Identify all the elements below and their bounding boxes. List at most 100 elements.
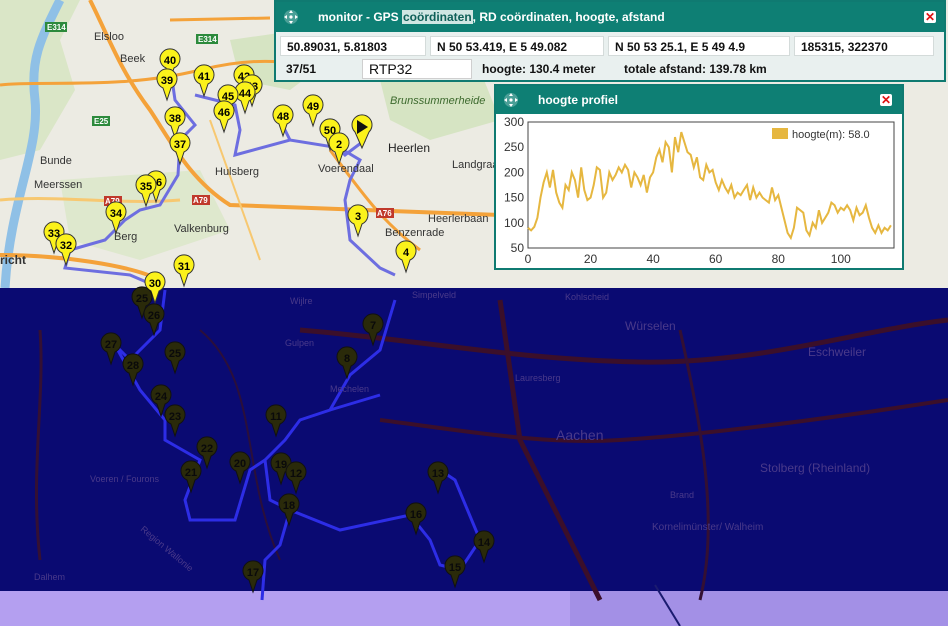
x-tick-label: 40 [646,252,660,266]
route-marker-label: 25 [169,348,181,360]
route-marker-label: 35 [140,181,152,193]
route-marker-label: 13 [432,468,444,480]
height-profile-panel[interactable]: hoogte profiel ✕ 50 100 150 200 250 300 0 20 40… [494,84,904,270]
place-label: Mechelen [330,384,369,394]
route-marker-label: 27 [105,339,117,351]
place-label: Hulsberg [215,166,259,178]
place-label: Heerlen [388,141,430,155]
profile-title: hoogte profiel [538,93,618,107]
distance-readout: totale afstand: 139.78 km [624,62,767,76]
route-marker-label: 48 [277,111,289,123]
place-label: Berg [114,231,137,243]
monitor-panel[interactable]: monitor - GPS coördinaten, RD coördinate… [274,0,946,82]
height-readout: hoogte: 130.4 meter [482,62,596,76]
route-marker-label: 2 [336,139,342,151]
place-label: richt [0,253,26,267]
close-icon[interactable]: ✕ [880,94,892,106]
route-marker-label: 15 [449,562,461,574]
title-highlight: coördinaten [402,10,473,24]
x-tick-label: 20 [584,252,598,266]
place-label: Voeren / Fourons [90,474,160,484]
route-marker-label: 11 [270,411,282,423]
route-marker-label: 37 [174,139,186,151]
route-marker-label: 21 [185,467,197,479]
x-tick-label: 80 [772,252,786,266]
route-marker-label: 20 [234,458,246,470]
route-marker-label: 30 [149,278,161,290]
route-marker-label: 34 [110,208,123,220]
legend-label: hoogte(m): 58.0 [792,129,870,141]
close-icon[interactable]: ✕ [924,11,936,23]
place-label: Benzenrade [385,227,444,239]
road-shield: E314 [47,23,66,32]
place-label: Eschweiler [808,345,866,359]
route-marker-label: 18 [283,500,295,512]
y-tick-label: 200 [504,165,524,179]
place-label: Heerlerbaan [428,213,489,225]
title-prefix: monitor - GPS [318,10,402,24]
place-label: Brunssummerheide [390,95,485,107]
place-label: Kornelimünster/ Walheim [652,522,763,533]
road-shield: A76 [377,209,392,218]
legend-swatch [772,128,788,139]
move-icon[interactable] [276,2,306,32]
route-marker-label: 41 [198,71,210,83]
route-marker-label: 22 [201,443,213,455]
place-label: Brand [670,490,694,500]
route-marker-label: 16 [410,509,422,521]
place-label: Würselen [625,319,676,333]
y-tick-label: 150 [504,191,524,205]
route-marker-label: 40 [164,55,176,67]
x-tick-label: 60 [709,252,723,266]
point-counter: 37/51 [286,62,317,76]
height-profile-chart: 50 100 150 200 250 300 0 20 40 60 80 100 hoogte(m)… [496,114,902,268]
y-tick-label: 250 [504,140,524,154]
route-marker-label: 8 [344,353,350,365]
place-label: Gulpen [285,338,314,348]
place-label: Aachen [556,427,603,443]
dm-coords: N 50 53.419, E 5 49.082 [430,36,604,56]
y-tick-label: 300 [504,115,524,129]
place-label: Stolberg (Rheinland) [760,461,870,475]
route-marker-label: 23 [169,411,181,423]
y-tick-label: 50 [511,241,525,255]
place-label: Lauresberg [515,373,561,383]
place-label: Simpelveld [412,290,456,300]
place-label: Meerssen [34,179,82,191]
route-marker-label: 19 [275,459,287,471]
place-label: Kohlscheid [565,292,609,302]
profile-titlebar[interactable]: hoogte profiel ✕ [496,86,902,114]
road-shield: E314 [198,35,217,44]
route-marker-label: 49 [307,101,319,113]
x-tick-label: 0 [525,252,532,266]
route-marker-label: 38 [169,113,181,125]
route-marker-label: 12 [290,468,302,480]
route-marker-label: 32 [60,240,72,252]
decimal-coords: 50.89031, 5.81803 [280,36,426,56]
place-label: Elsloo [94,31,124,43]
route-name-field[interactable]: RTP32 [362,59,472,79]
route-marker-label: 25 [136,293,148,305]
rd-coords: 185315, 322370 [794,36,934,56]
place-label: Bunde [40,155,72,167]
place-label: Wijlre [290,296,313,306]
road-shield: E25 [94,117,109,126]
road-shield: A79 [193,196,208,205]
route-marker-label: 17 [247,567,259,579]
route-marker-label: 39 [161,75,173,87]
monitor-titlebar[interactable]: monitor - GPS coördinaten, RD coördinate… [276,2,944,32]
move-icon[interactable] [496,85,526,115]
place-label: Valkenburg [174,223,229,235]
monitor-title: monitor - GPS coördinaten, RD coördinate… [318,10,665,24]
place-label: Dalhem [34,572,65,582]
route-marker-label: 46 [218,107,230,119]
route-marker-label: 26 [148,310,160,322]
dms-coords: N 50 53 25.1, E 5 49 4.9 [608,36,790,56]
title-suffix: , RD coördinaten, hoogte, afstand [472,10,665,24]
route-marker-label: 24 [155,391,168,403]
route-marker-label: 4 [403,247,410,259]
place-label: Voerendaal [318,163,374,175]
route-marker-label: 14 [478,537,491,549]
route-marker-label: 7 [370,320,376,332]
place-label: Beek [120,53,146,65]
